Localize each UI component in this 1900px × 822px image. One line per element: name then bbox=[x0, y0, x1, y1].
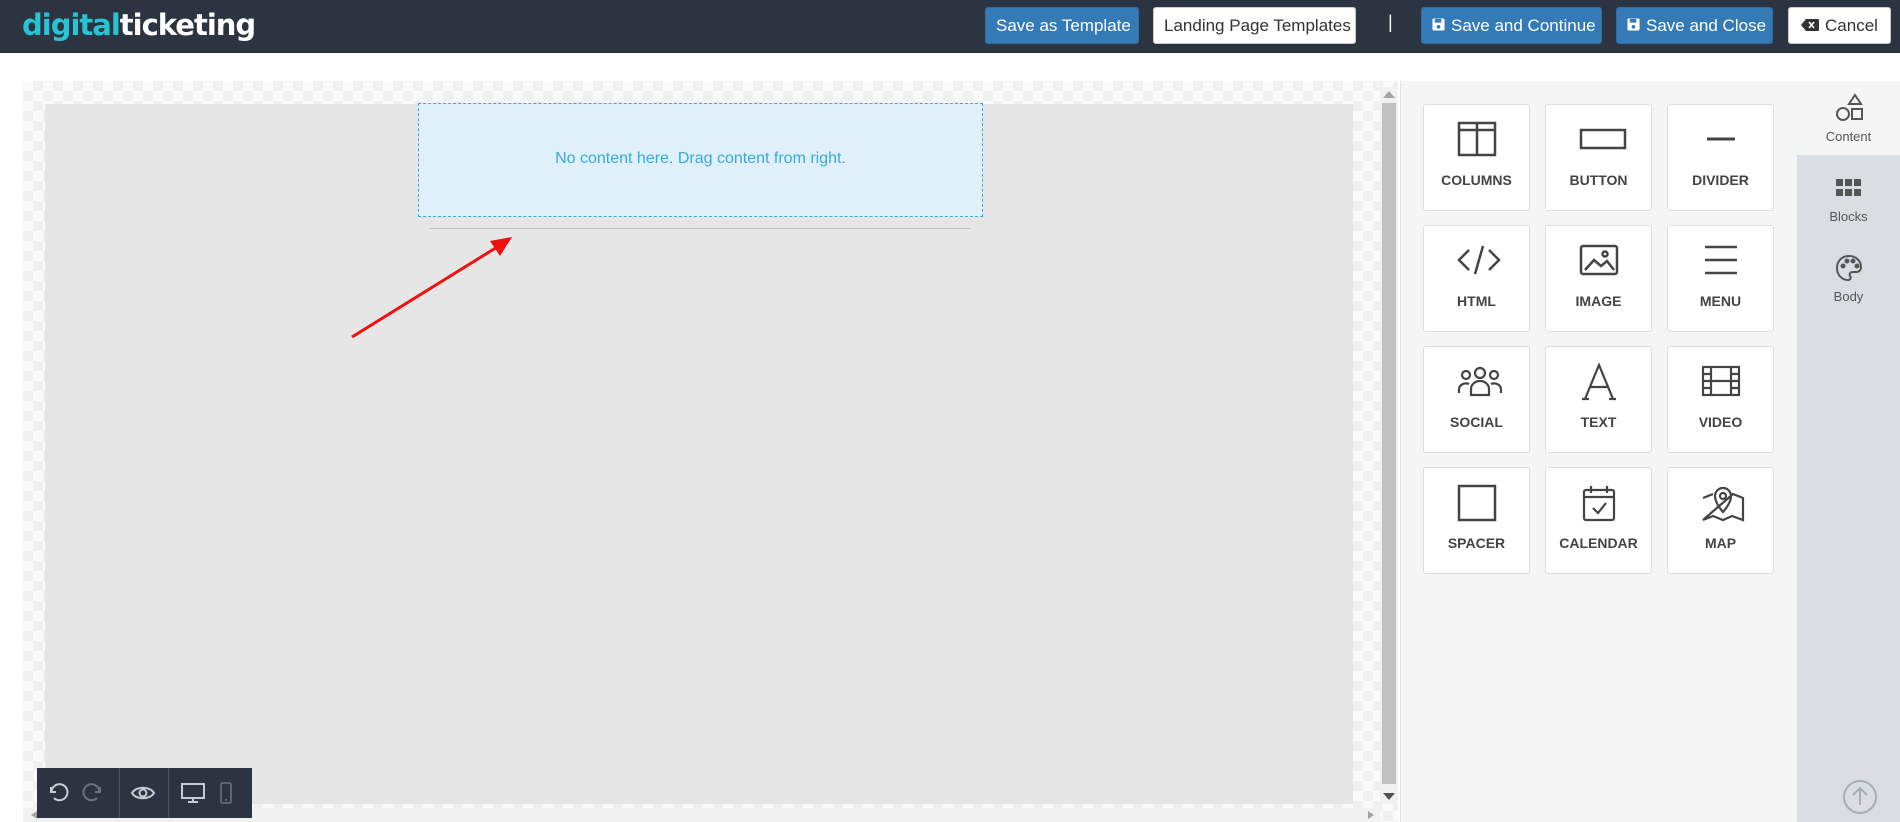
columns-icon bbox=[1457, 121, 1497, 157]
floppy-disk-icon bbox=[1627, 8, 1640, 43]
desktop-view-icon[interactable] bbox=[180, 781, 206, 805]
tab-blocks[interactable]: Blocks bbox=[1797, 161, 1900, 235]
save-as-template-button[interactable]: Save as Template bbox=[985, 7, 1139, 44]
content-tile[interactable]: HTML bbox=[1423, 225, 1530, 332]
content-tile[interactable]: COLUMNS bbox=[1423, 104, 1530, 211]
scroll-up-arrow[interactable] bbox=[1383, 91, 1395, 98]
preview-eye-icon[interactable] bbox=[130, 781, 156, 805]
content-tools-panel: COLUMNS BUTTON DIVIDER HTML IMAGE MENU S… bbox=[1400, 81, 1797, 822]
tab-body[interactable]: Body bbox=[1797, 241, 1900, 315]
content-tile[interactable]: DIVIDER bbox=[1667, 104, 1774, 211]
landing-page-templates-button[interactable]: Landing Page Templates bbox=[1153, 7, 1356, 44]
save-and-continue-button[interactable]: Save and Continue bbox=[1421, 7, 1602, 44]
scroll-thumb[interactable] bbox=[1382, 103, 1396, 784]
shapes-icon bbox=[1836, 93, 1863, 121]
scroll-to-top-icon[interactable] bbox=[1841, 778, 1879, 821]
empty-content-dropzone[interactable]: No content here. Drag content from right… bbox=[418, 103, 983, 217]
canvas-vertical-scrollbar[interactable] bbox=[1380, 87, 1398, 804]
menu-icon bbox=[1705, 245, 1737, 275]
map-pin-icon bbox=[1702, 486, 1745, 522]
text-icon bbox=[1582, 363, 1616, 401]
undo-icon[interactable] bbox=[47, 781, 71, 805]
content-tile[interactable]: SOCIAL bbox=[1423, 346, 1530, 453]
square-icon bbox=[1457, 484, 1497, 522]
content-tile[interactable]: VIDEO bbox=[1667, 346, 1774, 453]
redo-icon[interactable] bbox=[80, 781, 104, 805]
palette-icon bbox=[1835, 254, 1863, 282]
side-tabs: Content Blocks Body bbox=[1797, 81, 1900, 822]
content-tile[interactable]: MAP bbox=[1667, 467, 1774, 574]
content-tile[interactable]: MENU bbox=[1667, 225, 1774, 332]
grid-icon bbox=[1836, 179, 1861, 196]
film-icon bbox=[1701, 365, 1741, 397]
image-icon bbox=[1579, 244, 1619, 276]
backspace-icon bbox=[1801, 8, 1820, 43]
users-icon bbox=[1457, 366, 1503, 397]
header-separator: | bbox=[1388, 12, 1393, 32]
scroll-right-arrow[interactable] bbox=[1368, 811, 1374, 819]
code-icon bbox=[1457, 245, 1501, 275]
annotation-arrow bbox=[340, 225, 520, 350]
digitalticketing-logo[interactable]: digitalticketing bbox=[22, 8, 256, 42]
floppy-disk-icon bbox=[1432, 8, 1445, 43]
button-icon bbox=[1579, 128, 1627, 150]
toolbar-divider bbox=[168, 768, 169, 818]
editor-bottom-toolbar bbox=[37, 768, 252, 818]
content-tile[interactable]: CALENDAR bbox=[1545, 467, 1652, 574]
content-tile[interactable]: SPACER bbox=[1423, 467, 1530, 574]
content-tile[interactable]: IMAGE bbox=[1545, 225, 1652, 332]
calendar-icon bbox=[1582, 486, 1616, 522]
mobile-view-icon[interactable] bbox=[219, 781, 233, 805]
scroll-down-arrow[interactable] bbox=[1383, 793, 1395, 800]
content-tile[interactable]: BUTTON bbox=[1545, 104, 1652, 211]
toolbar-divider bbox=[119, 768, 120, 818]
divider-icon bbox=[1707, 137, 1735, 141]
save-and-close-button[interactable]: Save and Close bbox=[1616, 7, 1773, 44]
tab-content[interactable]: Content bbox=[1797, 81, 1900, 155]
top-header-bar: digitalticketing Save as Template Landin… bbox=[0, 0, 1900, 53]
cancel-button[interactable]: Cancel bbox=[1788, 7, 1891, 44]
content-tile[interactable]: TEXT bbox=[1545, 346, 1652, 453]
